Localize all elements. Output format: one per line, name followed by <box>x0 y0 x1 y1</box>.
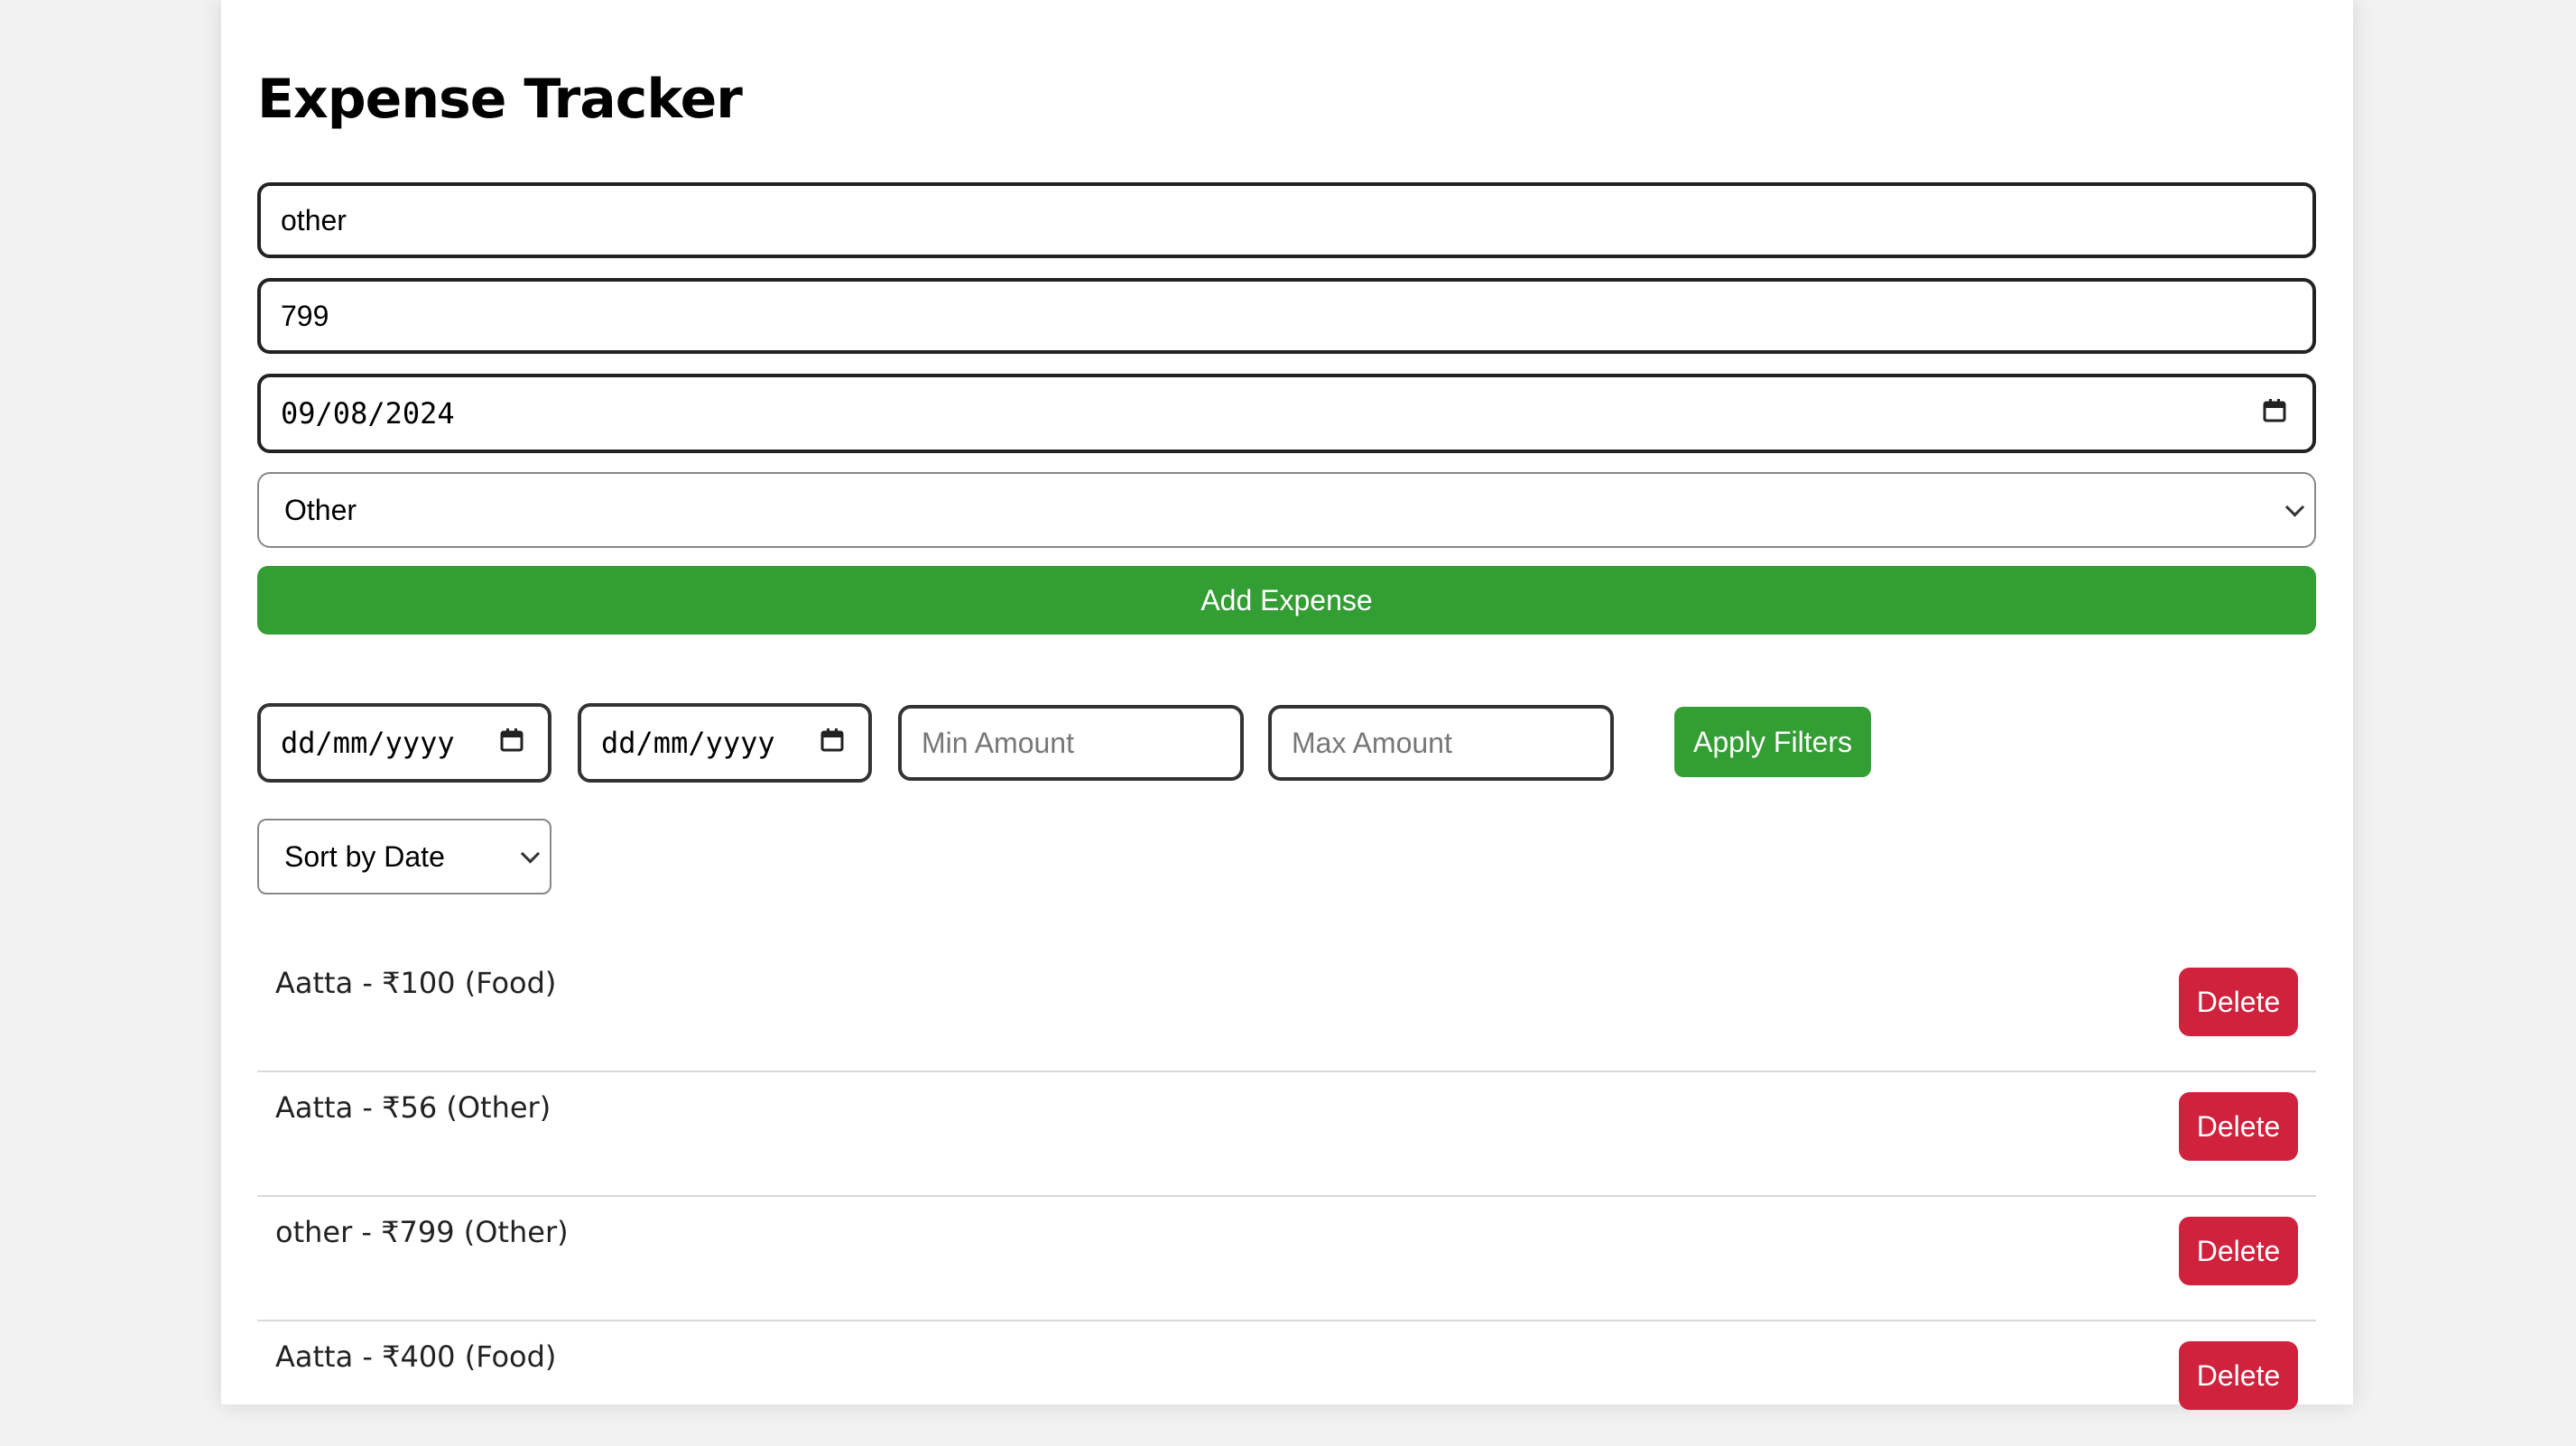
expense-text: Aatta - ₹400 (Food) <box>275 1339 557 1374</box>
expense-list: Aatta - ₹100 (Food) Delete Aatta - ₹56 (… <box>257 948 2316 1446</box>
max-amount-input[interactable]: Max Amount <box>1268 705 1614 781</box>
max-amount-placeholder: Max Amount <box>1292 726 1452 759</box>
category-selected-value: Other <box>284 493 357 526</box>
expense-text: Aatta - ₹100 (Food) <box>275 966 557 1000</box>
amount-value: 799 <box>281 299 329 332</box>
app-card: Expense Tracker other 799 09/08/2024 Oth… <box>221 0 2353 1410</box>
chevron-down-icon <box>520 844 541 864</box>
calendar-icon[interactable] <box>499 726 524 760</box>
calendar-icon[interactable] <box>2262 396 2287 431</box>
min-amount-placeholder: Min Amount <box>922 726 1074 759</box>
list-item: Aatta - ₹56 (Other) Delete <box>257 1072 2316 1197</box>
delete-button[interactable]: Delete <box>2179 968 2298 1036</box>
delete-button[interactable]: Delete <box>2179 1217 2298 1285</box>
apply-filters-button[interactable]: Apply Filters <box>1674 707 1871 777</box>
description-value: other <box>281 203 347 236</box>
expense-text: Aatta - ₹56 (Other) <box>275 1090 551 1125</box>
calendar-icon[interactable] <box>820 726 845 760</box>
start-date-filter[interactable]: dd/mm/yyyy <box>257 703 551 783</box>
category-select[interactable]: Other <box>257 472 2316 548</box>
sort-selected-value: Sort by Date <box>284 839 445 873</box>
add-expense-button[interactable]: Add Expense <box>257 566 2316 635</box>
end-date-filter[interactable]: dd/mm/yyyy <box>578 703 872 783</box>
delete-button[interactable]: Delete <box>2179 1092 2298 1161</box>
end-date-placeholder: dd/mm/yyyy <box>601 726 775 760</box>
min-amount-input[interactable]: Min Amount <box>898 705 1244 781</box>
chevron-down-icon <box>2284 497 2305 517</box>
list-item: Aatta - ₹400 (Food) Delete <box>257 1321 2316 1446</box>
list-item: Aatta - ₹100 (Food) Delete <box>257 948 2316 1072</box>
expense-text: other - ₹799 (Other) <box>275 1215 569 1249</box>
sort-select[interactable]: Sort by Date <box>257 819 551 894</box>
list-item: other - ₹799 (Other) Delete <box>257 1197 2316 1321</box>
delete-button[interactable]: Delete <box>2179 1341 2298 1410</box>
description-input[interactable]: other <box>257 182 2316 258</box>
date-value: 09/08/2024 <box>281 396 455 431</box>
date-input[interactable]: 09/08/2024 <box>257 374 2316 453</box>
start-date-placeholder: dd/mm/yyyy <box>281 726 455 760</box>
amount-input[interactable]: 799 <box>257 278 2316 354</box>
page-title: Expense Tracker <box>257 68 743 131</box>
